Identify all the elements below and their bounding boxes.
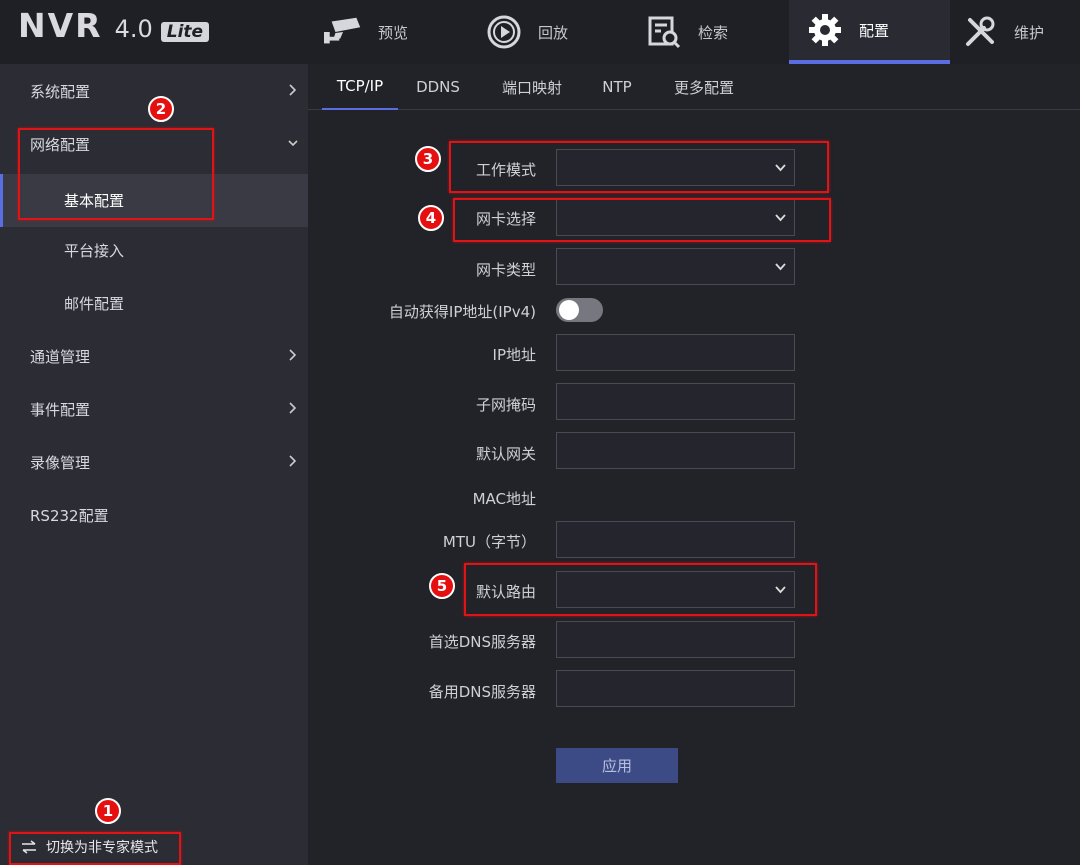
nav-label: 配置 xyxy=(859,21,890,40)
sidebar-item-label: 录像管理 xyxy=(30,454,91,472)
dns-backup-label: 备用DNS服务器 xyxy=(428,683,536,701)
tab-port-mapping[interactable]: 端口映射 xyxy=(490,64,574,110)
apply-button[interactable]: 应用 xyxy=(556,748,678,783)
sidebar-item-label: 通道管理 xyxy=(30,348,91,366)
nvr-logo: NVR 4.0 Lite xyxy=(18,6,210,46)
tab-ntp[interactable]: NTP xyxy=(592,64,642,110)
dns-primary-field[interactable] xyxy=(556,621,795,658)
subnet-label: 子网掩码 xyxy=(475,396,536,414)
ip-field[interactable] xyxy=(556,334,795,371)
nic-type-label: 网卡类型 xyxy=(475,261,536,279)
nav-preview[interactable]: 预览 xyxy=(324,0,474,64)
sidebar-item-label: 平台接入 xyxy=(64,242,125,260)
annotation-badge-1: 1 xyxy=(95,798,121,824)
nav-search[interactable]: 检索 xyxy=(644,0,789,64)
nav-maintenance[interactable]: 维护 xyxy=(960,0,1080,64)
chevron-down-icon xyxy=(775,214,786,222)
sidebar-item-channel[interactable]: 通道管理 xyxy=(0,330,308,383)
chevron-down-icon xyxy=(775,164,786,172)
dns-backup-field[interactable] xyxy=(556,670,795,707)
logo-name: NVR xyxy=(18,6,103,45)
dhcp-label: 自动获得IP地址(IPv4) xyxy=(388,303,536,321)
sidebar-item-label: RS232配置 xyxy=(30,507,109,525)
mtu-input[interactable] xyxy=(557,522,794,557)
chevron-down-icon xyxy=(775,263,786,271)
main-panel: TCP/IP DDNS 端口映射 NTP 更多配置 工作模式 网卡选择 网卡类型… xyxy=(308,64,1080,865)
annotation-badge-5: 5 xyxy=(429,573,455,599)
chevron-right-icon xyxy=(289,455,297,467)
work-mode-label: 工作模式 xyxy=(475,161,536,179)
nav-label: 检索 xyxy=(698,23,729,42)
tab-bar: TCP/IP DDNS 端口映射 NTP 更多配置 xyxy=(308,64,1080,110)
logo-edition: Lite xyxy=(160,22,210,42)
default-route-select[interactable] xyxy=(556,571,795,608)
annotation-badge-3: 3 xyxy=(415,146,441,172)
sidebar-item-label: 基本配置 xyxy=(64,192,125,210)
nic-select[interactable] xyxy=(556,199,795,236)
chevron-right-icon xyxy=(289,84,297,96)
mac-label: MAC地址 xyxy=(472,490,536,508)
annotation-badge-4: 4 xyxy=(418,205,444,231)
nic-select-label: 网卡选择 xyxy=(475,210,536,228)
dhcp-toggle[interactable] xyxy=(556,298,603,322)
ip-input[interactable] xyxy=(557,335,794,370)
nav-playback[interactable]: 回放 xyxy=(484,0,634,64)
mtu-label: MTU（字节） xyxy=(442,533,536,551)
chevron-right-icon xyxy=(289,402,297,414)
ip-label: IP地址 xyxy=(492,346,536,364)
nic-type-select[interactable] xyxy=(556,248,795,285)
tools-icon xyxy=(960,12,1000,52)
gateway-field[interactable] xyxy=(556,432,795,469)
mtu-field[interactable] xyxy=(556,521,795,558)
gateway-input[interactable] xyxy=(557,433,794,468)
sidebar-item-network[interactable]: 网络配置 xyxy=(0,118,308,171)
toggle-knob xyxy=(559,300,579,320)
swap-icon xyxy=(22,840,36,854)
tab-ddns[interactable]: DDNS xyxy=(406,64,470,110)
chevron-right-icon xyxy=(289,349,297,361)
sidebar-item-basic-config[interactable]: 基本配置 xyxy=(0,174,308,227)
logo-version: 4.0 xyxy=(114,15,153,43)
sidebar-item-label: 事件配置 xyxy=(30,401,91,419)
chevron-down-icon xyxy=(775,586,786,594)
sidebar-item-platform[interactable]: 平台接入 xyxy=(0,224,308,277)
sidebar-item-email[interactable]: 邮件配置 xyxy=(0,277,308,330)
tab-more-config[interactable]: 更多配置 xyxy=(664,64,744,110)
sidebar-item-label: 邮件配置 xyxy=(64,295,125,313)
switch-mode-label: 切换为非专家模式 xyxy=(46,840,158,856)
subnet-input[interactable] xyxy=(557,384,794,419)
nav-label: 回放 xyxy=(538,23,569,42)
default-route-label: 默认路由 xyxy=(475,583,536,601)
dns-primary-input[interactable] xyxy=(557,622,794,657)
annotation-badge-2: 2 xyxy=(148,96,174,122)
sidebar: 系统配置 网络配置 基本配置 平台接入 邮件配置 通道管理 事件配置 录像管理 … xyxy=(0,64,308,865)
sidebar-item-event[interactable]: 事件配置 xyxy=(0,383,308,436)
tab-tcpip[interactable]: TCP/IP xyxy=(322,64,398,110)
chevron-down-icon xyxy=(288,140,298,147)
nav-label: 预览 xyxy=(378,23,409,42)
work-mode-select[interactable] xyxy=(556,149,795,186)
nav-label: 维护 xyxy=(1014,23,1045,42)
search-files-icon xyxy=(644,12,684,52)
gear-icon xyxy=(805,10,845,50)
subnet-field[interactable] xyxy=(556,383,795,420)
top-bar: NVR 4.0 Lite 预览 回放 检索 配置 维护 xyxy=(0,0,1080,64)
sidebar-item-recording[interactable]: 录像管理 xyxy=(0,436,308,489)
switch-mode-button[interactable]: 切换为非专家模式 xyxy=(10,831,180,863)
sidebar-item-label: 系统配置 xyxy=(30,83,91,101)
sidebar-item-rs232[interactable]: RS232配置 xyxy=(0,489,308,542)
camera-icon xyxy=(324,12,364,52)
sidebar-item-label: 网络配置 xyxy=(30,136,91,154)
nav-config[interactable]: 配置 xyxy=(789,0,950,64)
gateway-label: 默认网关 xyxy=(475,445,536,463)
playback-icon xyxy=(484,12,524,52)
dns-primary-label: 首选DNS服务器 xyxy=(428,633,536,651)
dns-backup-input[interactable] xyxy=(557,671,794,706)
